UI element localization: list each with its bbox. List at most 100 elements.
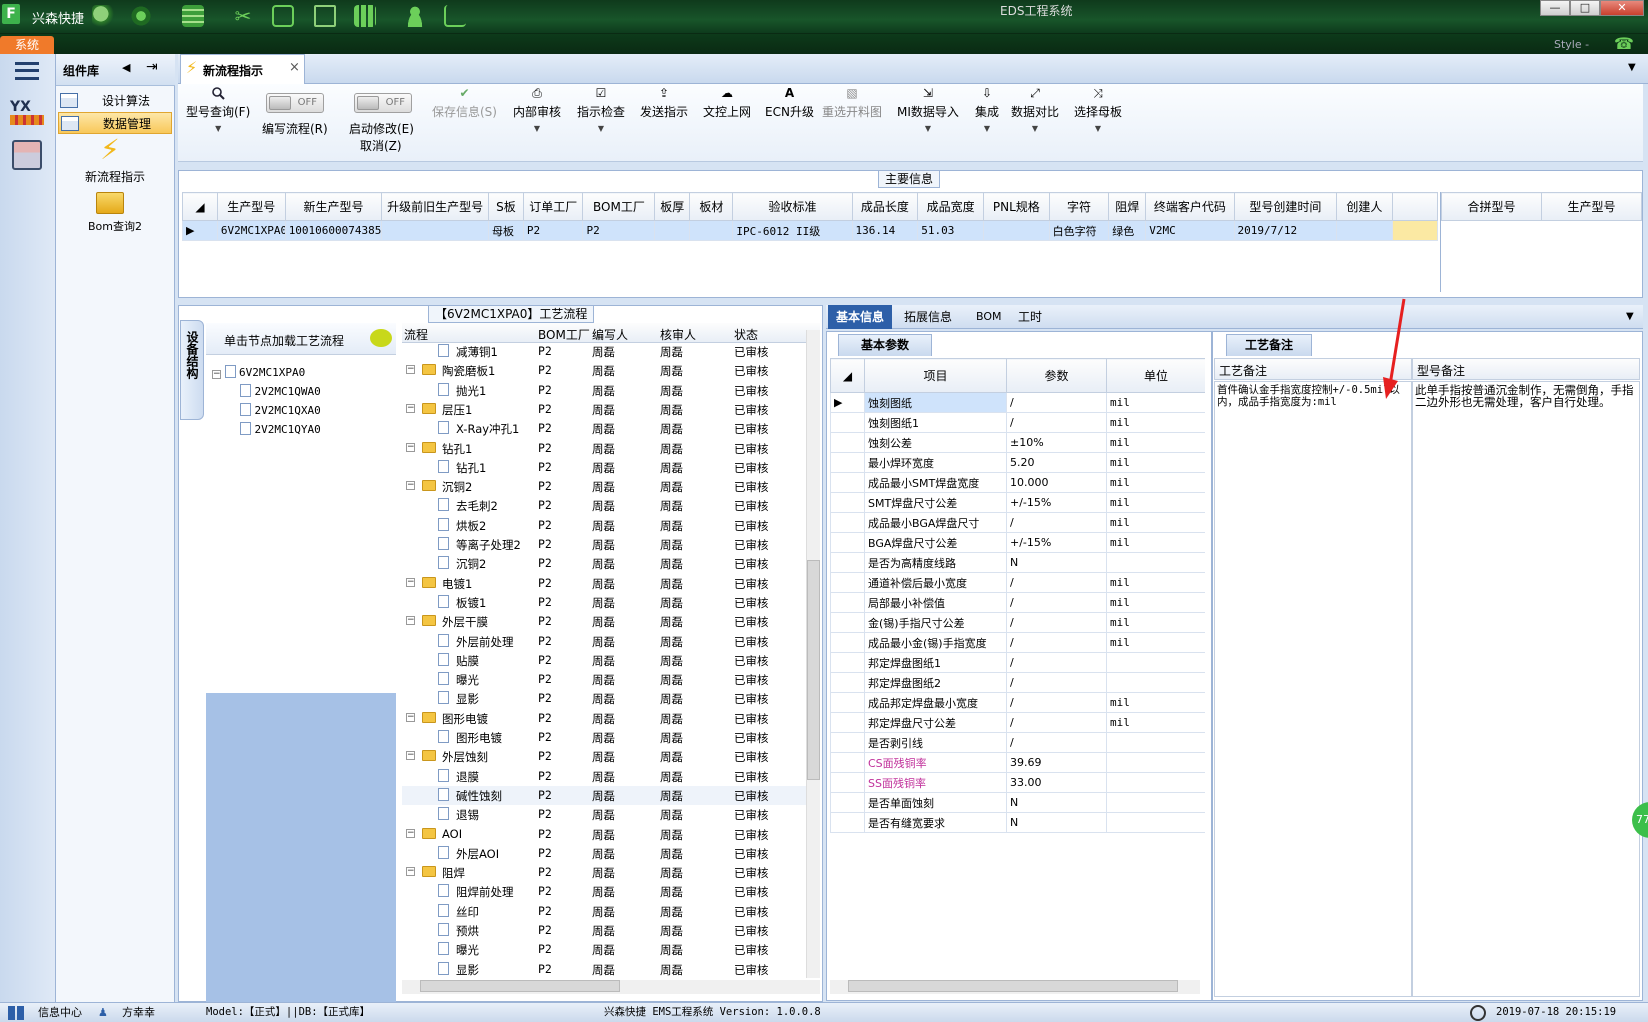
- row-selector[interactable]: [830, 652, 865, 673]
- flow-row[interactable]: 曝光 P2 周磊 周磊 已审核: [402, 940, 820, 959]
- col-value[interactable]: 参数: [1006, 358, 1107, 393]
- calculator-icon[interactable]: [12, 140, 42, 170]
- dock-icon[interactable]: ⇥: [146, 59, 158, 75]
- collapse-toggle-icon[interactable]: −: [406, 403, 415, 413]
- cell[interactable]: [982, 220, 1050, 241]
- tab-labor-hours[interactable]: 工时: [1010, 305, 1050, 329]
- flow-row[interactable]: 等离子处理2 P2 周磊 周磊 已审核: [402, 535, 820, 554]
- col-header[interactable]: 新生产型号: [284, 192, 383, 221]
- grid-icon[interactable]: [354, 5, 376, 27]
- cell[interactable]: [1336, 220, 1393, 241]
- maximize-button[interactable]: □: [1570, 0, 1600, 16]
- param-row[interactable]: SMT焊盘尺寸公差 +/-15% mil: [830, 492, 1205, 513]
- flow-row[interactable]: − 沉铜2 P2 周磊 周磊 已审核: [402, 477, 820, 496]
- globe-icon[interactable]: [130, 5, 152, 27]
- param-value[interactable]: /: [1006, 632, 1107, 653]
- param-value[interactable]: /: [1006, 412, 1107, 433]
- flow-row[interactable]: − AOI P2 周磊 周磊 已审核: [402, 825, 820, 844]
- yx-module-icon[interactable]: YX: [10, 99, 44, 129]
- cell[interactable]: 10010600074385: [284, 220, 383, 241]
- param-row[interactable]: ▶ 蚀刻图纸 / mil: [830, 392, 1205, 413]
- phone-icon[interactable]: ☎: [1614, 34, 1634, 53]
- flow-row[interactable]: − 外层蚀刻 P2 周磊 周磊 已审核: [402, 747, 820, 766]
- row-selector[interactable]: [830, 812, 865, 833]
- cell[interactable]: IPC-6012 II级: [732, 220, 853, 241]
- flow-row[interactable]: 钻孔1 P2 周磊 周磊 已审核: [402, 458, 820, 477]
- collapse-toggle-icon[interactable]: −: [406, 481, 415, 491]
- row-selector[interactable]: [830, 592, 865, 613]
- process-notes-textarea[interactable]: [1214, 381, 1412, 997]
- flow-row[interactable]: − 外层干膜 P2 周磊 周磊 已审核: [402, 612, 820, 631]
- param-value[interactable]: N: [1006, 812, 1107, 833]
- select-mother-board-button[interactable]: ⤨ 选择母板 ▼: [1074, 86, 1122, 134]
- collapse-toggle-icon[interactable]: −: [406, 867, 415, 877]
- flow-vscrollbar[interactable]: [806, 330, 820, 978]
- mi-import-button[interactable]: ⇲ MI数据导入 ▼: [897, 86, 959, 134]
- tab-close-icon[interactable]: ×: [289, 60, 300, 75]
- close-button[interactable]: ✕: [1600, 0, 1644, 16]
- user-icon[interactable]: [404, 5, 426, 27]
- model-notes-textarea[interactable]: [1412, 381, 1640, 997]
- tab-extended-info[interactable]: 拓展信息: [896, 305, 960, 329]
- info-center-link[interactable]: 信息中心: [38, 1003, 82, 1022]
- doc-upload-button[interactable]: ☁ 文控上网: [703, 86, 751, 120]
- dropdown-arrow-icon[interactable]: ▼: [1032, 124, 1038, 133]
- flow-col-header[interactable]: 状态: [734, 326, 758, 343]
- collapse-left-icon[interactable]: ◀: [122, 61, 130, 74]
- dropdown-arrow-icon[interactable]: ▼: [598, 124, 604, 133]
- flow-row[interactable]: X-Ray冲孔1 P2 周磊 周磊 已审核: [402, 419, 820, 438]
- internal-audit-button[interactable]: ⎙ 内部审核 ▼: [513, 86, 561, 134]
- send-instruction-button[interactable]: ⇪ 发送指示: [640, 86, 688, 120]
- col-item[interactable]: 项目: [864, 358, 1007, 393]
- param-row[interactable]: 邦定焊盘尺寸公差 / mil: [830, 712, 1205, 733]
- shortcut-new-flow[interactable]: 新流程指示: [60, 168, 170, 185]
- flow-row[interactable]: 丝印 P2 周磊 周磊 已审核: [402, 902, 820, 921]
- collapse-toggle-icon[interactable]: −: [406, 712, 415, 722]
- tree-child-node[interactable]: 2V2MC1QYA0: [240, 422, 321, 436]
- flow-row[interactable]: 显影 P2 周磊 周磊 已审核: [402, 689, 820, 708]
- shortcut-bom-query[interactable]: Bom查询2: [60, 218, 170, 234]
- flow-row[interactable]: − 钻孔1 P2 周磊 周磊 已审核: [402, 439, 820, 458]
- param-row[interactable]: 蚀刻图纸1/mil: [830, 412, 1205, 433]
- cell[interactable]: 51.03: [917, 220, 984, 241]
- flow-row[interactable]: 碱性蚀刻 P2 周磊 周磊 已审核: [402, 785, 820, 805]
- row-selector[interactable]: [830, 712, 865, 733]
- tab-basic-info[interactable]: 基本信息: [828, 305, 893, 329]
- tree-child-node[interactable]: 2V2MC1QXA0: [240, 403, 321, 417]
- system-tab[interactable]: 系统: [0, 36, 54, 54]
- param-value[interactable]: /: [1006, 572, 1107, 593]
- row-selector-icon[interactable]: ▶: [182, 220, 218, 241]
- windows-icon[interactable]: [8, 1006, 24, 1020]
- ecn-upgrade-button[interactable]: A ECN升级: [765, 86, 814, 120]
- col-header[interactable]: S板: [488, 192, 524, 221]
- flow-row[interactable]: 显影 P2 周磊 周磊 已审核: [402, 960, 820, 979]
- row-selector[interactable]: [830, 612, 865, 633]
- row-selector[interactable]: ▶: [830, 392, 865, 413]
- param-value[interactable]: /: [1006, 732, 1107, 753]
- collapse-toggle-icon[interactable]: −: [406, 442, 415, 452]
- comment-icon[interactable]: [370, 329, 392, 347]
- param-row[interactable]: 是否剥引线 /: [830, 732, 1205, 753]
- param-row[interactable]: 成品最小BGA焊盘尺寸 / mil: [830, 512, 1205, 533]
- row-selector[interactable]: [830, 752, 865, 773]
- row-selector[interactable]: [830, 732, 865, 753]
- param-row[interactable]: 金(锡)手指尺寸公差 / mil: [830, 612, 1205, 633]
- dropdown-arrow-icon[interactable]: ▼: [925, 124, 931, 133]
- param-row[interactable]: BGA焊盘尺寸公差 +/-15% mil: [830, 532, 1205, 553]
- edit-flow-toggle[interactable]: OFF: [266, 93, 324, 113]
- col-header[interactable]: 板厚: [654, 192, 691, 221]
- flow-row[interactable]: − 层压1 P2 周磊 周磊 已审核: [402, 400, 820, 419]
- col-header[interactable]: 型号创建时间: [1233, 192, 1338, 221]
- row-selector[interactable]: [830, 432, 865, 453]
- col-header[interactable]: 生产型号: [216, 192, 286, 221]
- params-hscrollbar[interactable]: [830, 980, 1200, 994]
- flow-row[interactable]: 去毛刺2 P2 周磊 周磊 已审核: [402, 496, 820, 515]
- cell[interactable]: P2: [582, 220, 656, 241]
- tree-child-node[interactable]: 2V2MC1QWA0: [240, 384, 321, 398]
- search-icon[interactable]: [92, 5, 114, 27]
- param-row[interactable]: 是否为高精度线路 N: [830, 552, 1205, 573]
- param-row[interactable]: 通道补偿后最小宽度 / mil: [830, 572, 1205, 593]
- param-value[interactable]: 10.000: [1006, 472, 1107, 493]
- param-value[interactable]: 5.20: [1006, 452, 1107, 473]
- col-header[interactable]: 升级前旧生产型号: [381, 192, 490, 221]
